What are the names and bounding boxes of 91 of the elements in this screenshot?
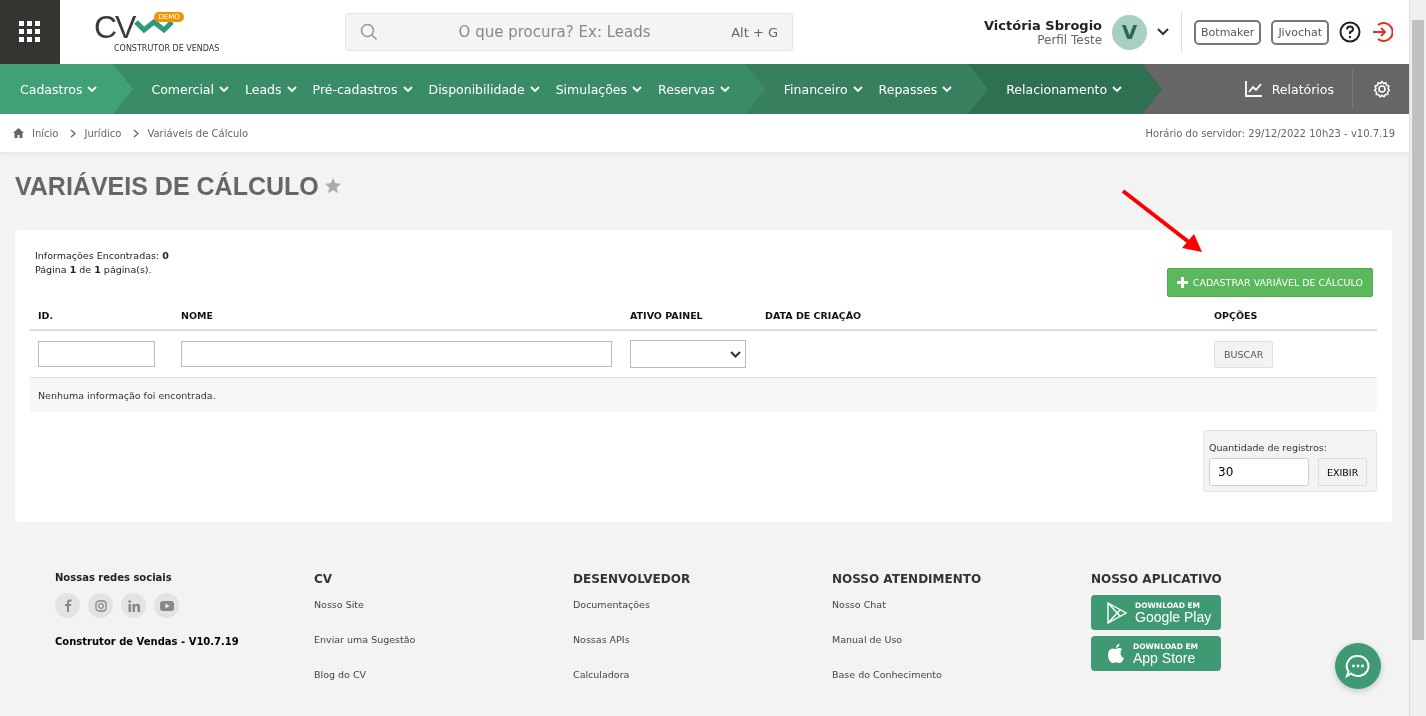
store-name: App Store (1133, 650, 1197, 666)
column-header: DATA DE CRIAÇÃO (765, 309, 863, 321)
chat-button[interactable]: Botmaker (1194, 19, 1262, 45)
menu-item[interactable]: Financeiro (783, 81, 863, 97)
search-input[interactable]: O que procura? Ex: Leads (388, 22, 722, 42)
grid-icon (19, 21, 41, 43)
plus-icon (1176, 277, 1188, 288)
footer-link[interactable]: Documentações (573, 599, 832, 634)
chevron-right-icon (70, 128, 77, 138)
social-title: Nossas redes sociais (55, 572, 173, 583)
chart-icon (1244, 81, 1263, 97)
footer-link[interactable]: Nosso Site (314, 599, 573, 634)
search-icon (360, 23, 378, 41)
user-profile: Perfil Teste (1037, 32, 1103, 47)
footer-heading: NOSSO ATENDIMENTO (832, 572, 983, 586)
logo-letters: CV (94, 10, 135, 43)
apple-icon (1107, 643, 1125, 664)
logo-wave-icon (134, 17, 175, 36)
menu-item[interactable]: Disponibilidade (428, 81, 540, 97)
footer-link[interactable]: Calculadora (573, 669, 832, 704)
page-title: VARIÁVEIS DE CÁLCULO (15, 171, 319, 201)
chevron-down-icon (219, 85, 229, 93)
chat-bubble-button[interactable] (1335, 643, 1381, 689)
chat-button[interactable]: Jivochat (1271, 19, 1329, 45)
footer-heading: DESENVOLVEDOR (573, 572, 692, 586)
youtube-icon[interactable] (154, 593, 179, 618)
filter-field[interactable] (181, 341, 612, 367)
chevron-right-icon (133, 128, 140, 138)
footer-link[interactable]: Enviar uma Sugestão (314, 634, 573, 669)
footer-link[interactable]: Nosso Chat (832, 599, 1091, 634)
menu-item[interactable]: Cadastros (20, 81, 98, 97)
column-header: OPÇÕES (1214, 309, 1259, 321)
column-header: ATIVO PAINEL (630, 309, 704, 321)
version-text: Construtor de Vendas - V10.7.19 (55, 636, 240, 647)
logo-tagline: CONSTRUTOR DE VENDAS (114, 42, 220, 54)
search-field[interactable]: O que procura? Ex: Leads Alt + G (345, 13, 793, 51)
footer-link[interactable]: Nossas APIs (573, 634, 832, 669)
chevron-down-icon (632, 85, 643, 93)
settings-icon[interactable] (1373, 80, 1391, 98)
footer-link[interactable]: Base do Conhecimento (832, 669, 1091, 704)
facebook-icon[interactable] (55, 593, 80, 618)
footer-heading: NOSSO APLICATIVO (1091, 572, 1223, 586)
chevron-down-icon (1112, 85, 1123, 93)
chevron-down-icon (529, 85, 540, 93)
star-icon[interactable] (323, 177, 342, 195)
help-icon[interactable] (1339, 21, 1361, 43)
footer-link[interactable]: Manual de Uso (832, 634, 1091, 669)
filter-field[interactable] (38, 341, 155, 367)
chevron-down-icon (87, 85, 98, 93)
menu-item[interactable]: Reservas (658, 81, 730, 97)
chevron-down-icon (942, 85, 953, 93)
page-size-field[interactable]: 30 (1209, 458, 1309, 486)
footer-heading: CV (314, 572, 334, 586)
column-header: ID. (37, 309, 55, 321)
play-icon (1107, 601, 1127, 624)
chevron-down-icon (719, 85, 730, 93)
scrollbar[interactable] (1409, 0, 1426, 716)
pagination-info: Página 1 de 1 página(s). (35, 264, 153, 275)
speech-bubble-icon (1345, 654, 1371, 678)
logout-icon[interactable] (1371, 21, 1393, 43)
search-button[interactable]: BUSCAR (1214, 340, 1274, 368)
menu-item[interactable]: Pré-cadastros (312, 81, 413, 97)
instagram-icon[interactable] (88, 593, 113, 618)
reports-link[interactable]: Relatórios (1244, 81, 1352, 97)
column-header: NOME (180, 309, 214, 321)
breadcrumb-link[interactable]: Jurídico (84, 127, 122, 139)
empty-message: Nenhuma informação foi encontrada. (38, 389, 216, 401)
menu-item[interactable]: Repasses (878, 81, 953, 97)
filter-dropdown[interactable] (630, 340, 746, 368)
chevron-down-icon (730, 350, 741, 358)
apps-menu-button[interactable] (0, 0, 60, 64)
avatar[interactable]: V (1112, 14, 1148, 50)
linkedin-icon[interactable] (121, 593, 146, 618)
menu-item[interactable]: Relacionamento (1006, 81, 1123, 97)
menu-item[interactable]: Leads (245, 81, 297, 97)
chevron-down-icon (852, 85, 863, 93)
user-name: Victória Sbrogio (984, 17, 1103, 33)
breadcrumb-link[interactable]: Início (32, 127, 59, 139)
menu-item[interactable]: Comercial (151, 81, 229, 97)
chevron-down-icon (286, 85, 297, 93)
menu-item[interactable]: Simulações (555, 81, 643, 97)
chevron-down-icon (402, 85, 413, 93)
shortcut-hint: Alt + G (731, 24, 778, 40)
page-size-label: Quantidade de registros: (1209, 442, 1327, 453)
store-name: Google Play (1135, 609, 1212, 625)
home-icon (13, 128, 24, 138)
server-time: Horário do servidor: 29/12/2022 10h23 - v10.7.19 (1145, 127, 1395, 139)
show-button[interactable]: EXIBIR (1318, 458, 1368, 486)
results-count: Informações Encontradas: 0 (35, 250, 169, 261)
chevron-down-icon[interactable] (1157, 28, 1170, 36)
footer-link[interactable]: Blog do CV (314, 669, 573, 704)
